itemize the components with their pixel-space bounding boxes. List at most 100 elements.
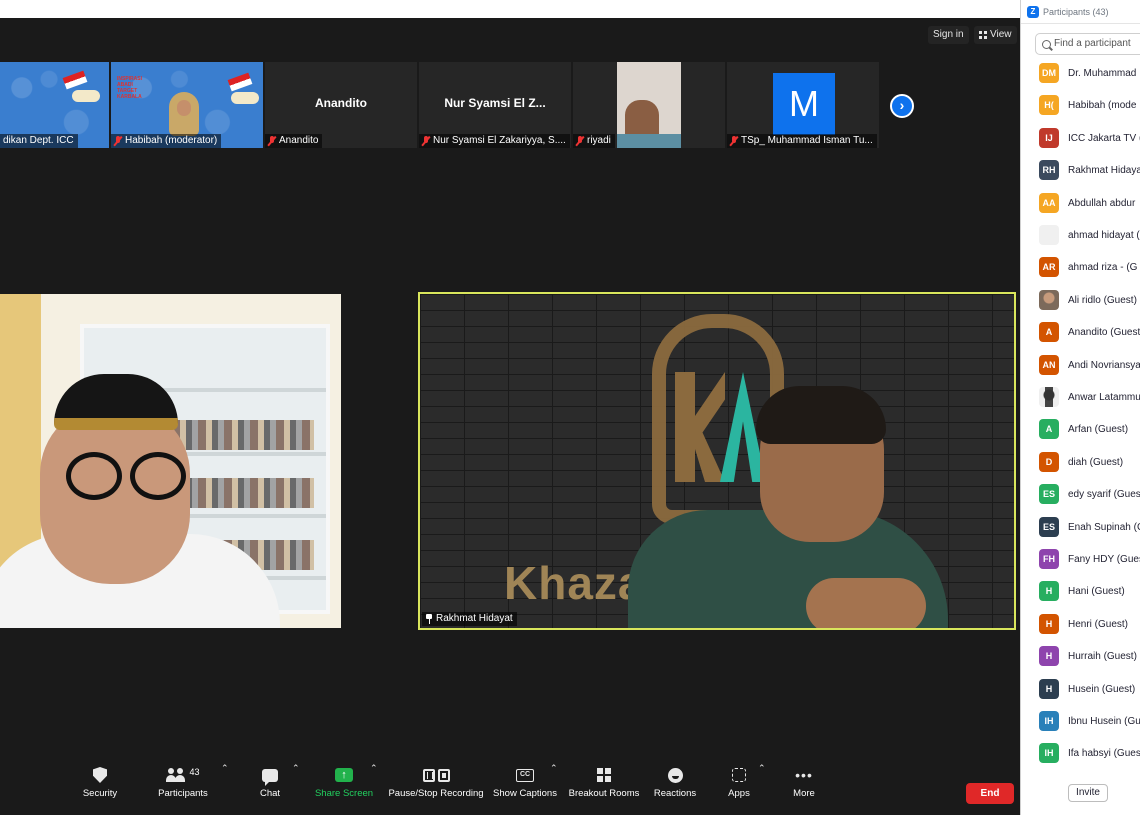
- participant-list-item[interactable]: H Hani (Guest): [1021, 580, 1140, 604]
- participant-list-item[interactable]: FH Fany HDY (Gues: [1021, 548, 1140, 572]
- participant-video: [169, 92, 199, 136]
- mic-muted-icon: [422, 136, 430, 146]
- participants-options-chevron[interactable]: ⌃: [221, 763, 229, 774]
- participant-search-input[interactable]: Find a participant: [1035, 33, 1140, 55]
- participant-name: TSp_ Muhammad Isman Tu...: [741, 135, 873, 146]
- search-placeholder: Find a participant: [1054, 38, 1131, 49]
- participant-name: Fany HDY (Gues: [1068, 554, 1140, 565]
- participant-avatar: ES: [1039, 484, 1059, 505]
- participant-list-item[interactable]: RH Rakhmat Hidaya: [1021, 159, 1140, 183]
- participant-name: Habibah (mode: [1068, 100, 1137, 112]
- chevron-right-icon: ›: [899, 97, 905, 113]
- participant-list-item[interactable]: IH Ibnu Husein (Gu: [1021, 710, 1140, 734]
- video-thumbnail[interactable]: INSPIRASI ABADI TARGET KARBALA Habibah (mod…: [111, 62, 263, 148]
- captions-options-chevron[interactable]: ⌃: [550, 763, 558, 774]
- participant-name: Dr. Muhammad: [1068, 68, 1137, 79]
- participant-name-label: riyadi: [573, 134, 615, 148]
- poster-text: INSPIRASI ABADI TARGET KARBALA: [117, 76, 143, 100]
- participant-avatar: D: [1039, 451, 1059, 472]
- participant-list-item[interactable]: ahmad hidayat (: [1021, 224, 1140, 248]
- participant-name: Enah Supinah (G: [1068, 521, 1140, 533]
- participant-avatar: A: [1039, 322, 1059, 343]
- participant-avatar: A: [1039, 419, 1059, 440]
- participant-list-item[interactable]: Anwar Latammu: [1021, 386, 1140, 410]
- video-thumbnail[interactable]: riyadi: [573, 62, 725, 148]
- shield-icon: [93, 767, 107, 783]
- pause-stop-recording-button[interactable]: Pause/Stop Recording: [388, 765, 484, 809]
- participant-name: ahmad riza - (G: [1068, 262, 1138, 274]
- sign-in-button[interactable]: Sign in: [928, 26, 969, 44]
- participant-list-item[interactable]: ES Enah Supinah (G: [1021, 516, 1140, 540]
- show-captions-button[interactable]: CC Show Captions: [493, 765, 557, 809]
- participant-avatar: DM: [1039, 63, 1059, 83]
- participant-name-label: TSp_ Muhammad Isman Tu...: [727, 134, 877, 148]
- more-button[interactable]: ••• More: [786, 765, 822, 809]
- participant-list-item[interactable]: H Husein (Guest): [1021, 678, 1140, 702]
- participant-list-item[interactable]: H Hurraih (Guest): [1021, 645, 1140, 669]
- zoom-logo-icon: Z: [1027, 5, 1039, 18]
- participant-name: Rakhmat Hidaya: [1068, 165, 1140, 177]
- main-video-left[interactable]: [0, 294, 341, 628]
- participant-list-item[interactable]: IH Ifa habsyi (Gues: [1021, 742, 1140, 766]
- video-thumbnail[interactable]: dikan Dept. ICC: [0, 62, 109, 148]
- participant-name: dikan Dept. ICC: [3, 135, 74, 146]
- view-button[interactable]: View: [974, 26, 1017, 44]
- participant-video: [0, 374, 300, 628]
- participant-name: riyadi: [587, 135, 611, 146]
- participant-list-item[interactable]: Ddiah (Guest): [1021, 451, 1140, 475]
- participant-avatar: AA: [1039, 192, 1059, 213]
- participant-list-item[interactable]: AA Abdullah abdur: [1021, 192, 1140, 216]
- video-thumbnail[interactable]: Anandito Anandito: [265, 62, 417, 148]
- participant-list-item[interactable]: A Anandito (Guest: [1021, 321, 1140, 345]
- chat-options-chevron[interactable]: ⌃: [292, 763, 300, 774]
- participant-name: Andi Novriansya: [1068, 359, 1140, 371]
- participant-avatar: AR: [1039, 257, 1059, 278]
- end-meeting-button[interactable]: End: [966, 783, 1014, 804]
- participant-name: Ali ridlo (Guest): [1068, 294, 1137, 306]
- share-arrow-icon: ↑: [335, 768, 353, 782]
- participant-list-item[interactable]: H Henri (Guest): [1021, 613, 1140, 637]
- chat-bubble-icon: [262, 768, 278, 786]
- flag-graphic: [62, 70, 88, 90]
- cloud-graphic: [72, 90, 100, 102]
- participant-avatar: IJ: [1039, 127, 1059, 148]
- participant-list-item[interactable]: IJ ICC Jakarta TV (: [1021, 127, 1140, 151]
- mic-muted-icon: [730, 136, 738, 146]
- participant-list-item[interactable]: A Arfan (Guest): [1021, 418, 1140, 442]
- share-screen-button[interactable]: ↑ Share Screen: [313, 765, 375, 809]
- participant-list-item[interactable]: Ali ridlo (Guest): [1021, 289, 1140, 313]
- meeting-toolbar: Security 43 Participants ⌃ Chat ⌃ ↑ Shar…: [0, 757, 1020, 815]
- video-thumbnail[interactable]: M TSp_ Muhammad Isman Tu...: [727, 62, 879, 148]
- participant-list-item[interactable]: AN Andi Novriansya: [1021, 354, 1140, 378]
- participant-list-item[interactable]: DM Dr. Muhammad: [1021, 62, 1140, 86]
- participant-list-item[interactable]: AR ahmad riza - (G: [1021, 256, 1140, 280]
- participants-panel-header: Z Participants (43): [1021, 0, 1140, 24]
- reactions-button[interactable]: Reactions: [652, 765, 698, 809]
- participant-list-item[interactable]: ES edy syarif (Gues: [1021, 483, 1140, 507]
- participant-avatar: [1039, 225, 1059, 245]
- share-options-chevron[interactable]: ⌃: [370, 763, 378, 774]
- participant-name: edy syarif (Gues: [1068, 489, 1140, 501]
- meeting-stage: Sign in View dikan Dept. ICC INSPIRASI AB…: [0, 18, 1020, 815]
- video-thumbnail[interactable]: Nur Syamsi El Z... Nur Syamsi El Zakariy…: [419, 62, 571, 148]
- participant-avatar: H: [1039, 678, 1059, 699]
- invite-button[interactable]: Invite: [1068, 784, 1108, 802]
- apps-button[interactable]: Apps: [722, 765, 756, 809]
- breakout-grid-icon: [597, 768, 611, 782]
- participant-avatar: H: [1039, 581, 1059, 602]
- participant-name: Abdullah abdur: [1068, 197, 1136, 209]
- main-video-active-speaker[interactable]: Khaza Rakhmat Hidayat: [418, 292, 1016, 630]
- apps-options-chevron[interactable]: ⌃: [758, 763, 766, 774]
- next-page-button[interactable]: ›: [890, 94, 914, 118]
- participant-avatar: M: [773, 73, 835, 135]
- security-button[interactable]: Security: [78, 765, 122, 809]
- participant-video: [628, 386, 1008, 628]
- mic-muted-icon: [576, 136, 584, 146]
- participant-avatar: [1039, 387, 1059, 407]
- participants-button[interactable]: 43 Participants: [152, 765, 214, 809]
- breakout-rooms-button[interactable]: Breakout Rooms: [568, 765, 640, 809]
- participant-list-item[interactable]: H(Habibah (mode: [1021, 94, 1140, 118]
- search-icon: [1042, 39, 1051, 49]
- chat-button[interactable]: Chat: [252, 765, 288, 809]
- speaker-name-label: Rakhmat Hidayat: [422, 612, 517, 626]
